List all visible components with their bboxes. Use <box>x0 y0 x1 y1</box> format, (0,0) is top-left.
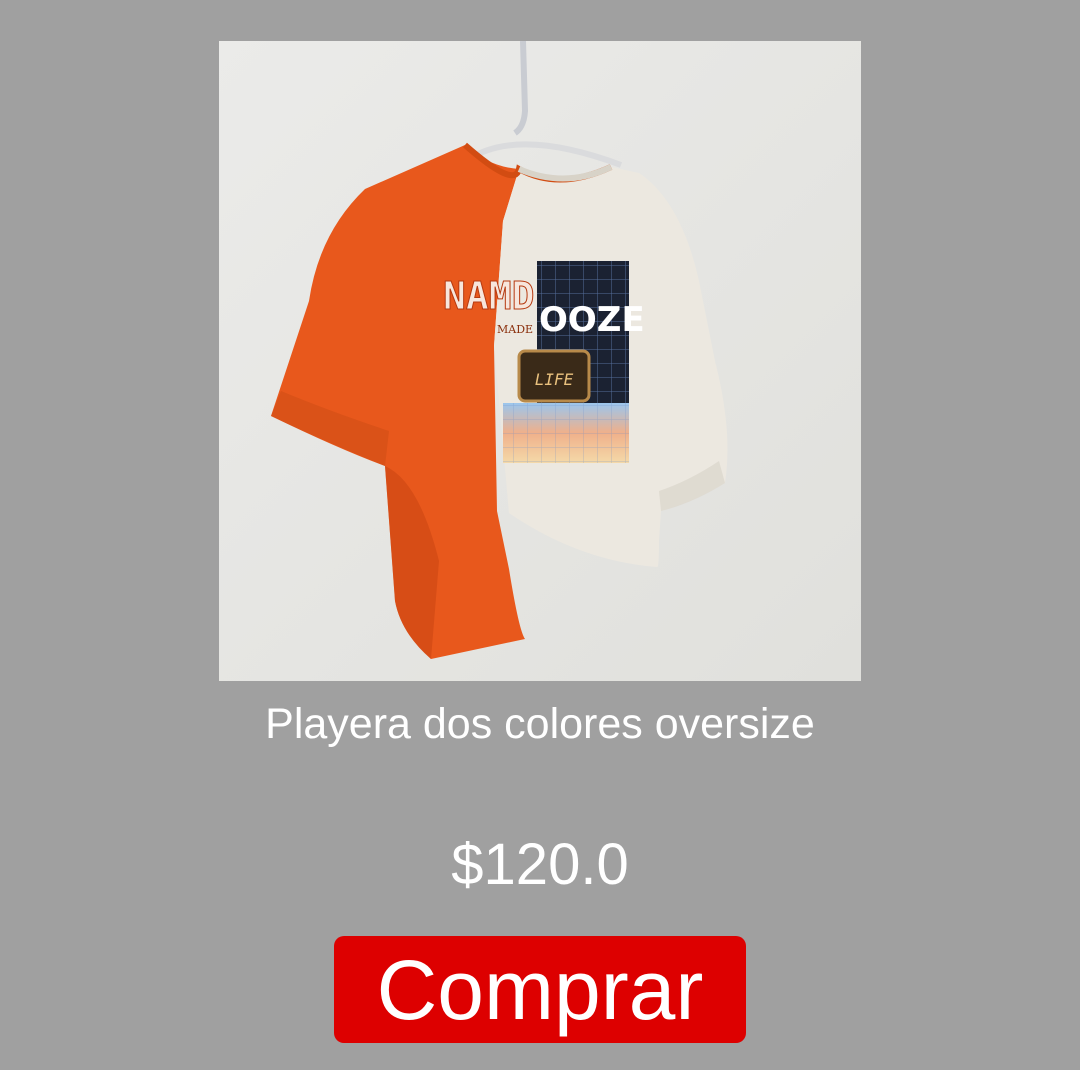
product-card: LIFE NAMD OOZE MADE Playera dos colores … <box>0 0 1080 1070</box>
print-screen-text: LIFE <box>535 370 574 389</box>
tshirt-illustration: LIFE NAMD OOZE MADE <box>219 41 861 681</box>
print-text-right: OOZE <box>539 300 645 340</box>
print-small-text: MADE <box>497 323 533 336</box>
product-title: Playera dos colores oversize <box>265 700 815 748</box>
print-text-left: NAMD <box>443 274 535 318</box>
product-price: $120.0 <box>451 832 629 897</box>
buy-button[interactable]: Comprar <box>334 936 746 1043</box>
product-image[interactable]: LIFE NAMD OOZE MADE <box>219 41 861 681</box>
